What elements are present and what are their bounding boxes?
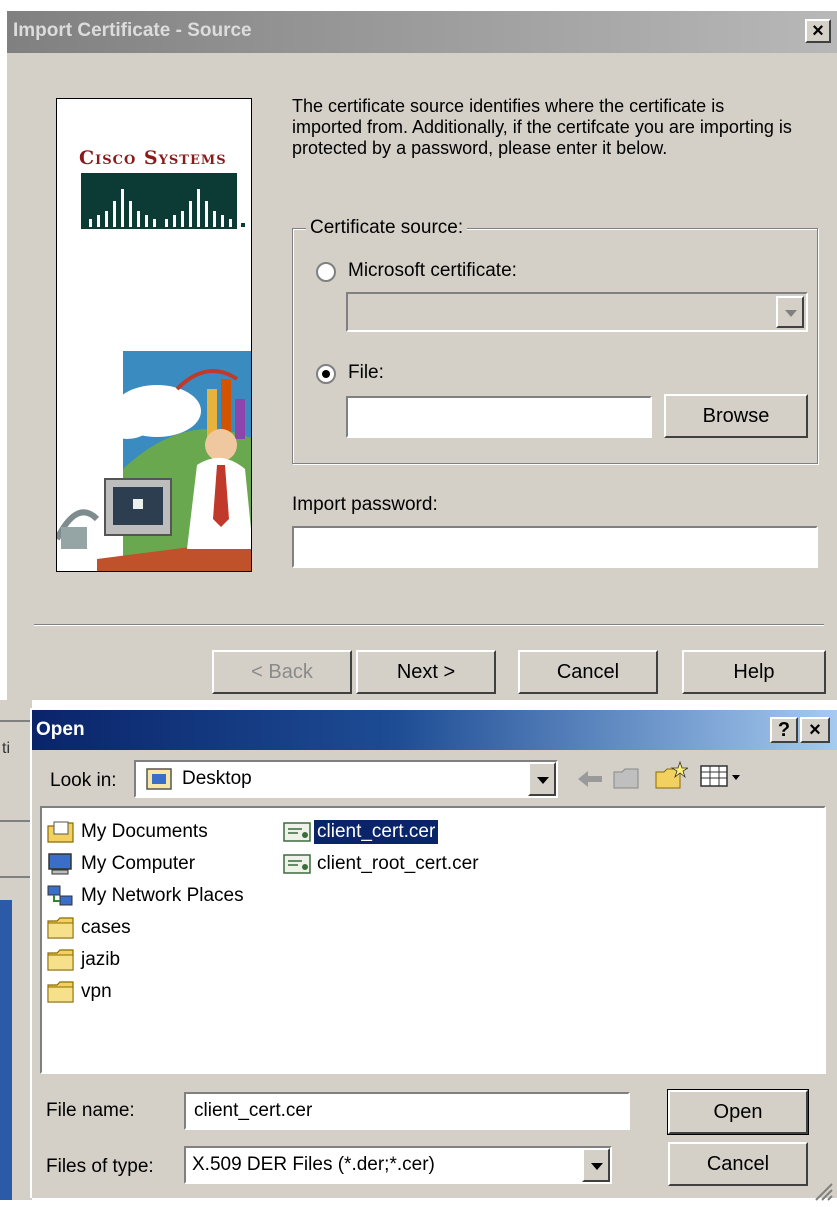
file-radio[interactable] bbox=[316, 364, 336, 384]
files-of-type-select[interactable]: X.509 DER Files (*.der;*.cer) bbox=[184, 1146, 612, 1184]
my-documents-icon bbox=[47, 821, 74, 843]
close-button[interactable]: × bbox=[805, 19, 831, 43]
microsoft-certificate-radio[interactable] bbox=[316, 262, 336, 282]
help-button[interactable]: Help bbox=[682, 650, 826, 694]
close-icon: × bbox=[812, 19, 824, 42]
files-of-type-dropdown-button[interactable] bbox=[582, 1148, 610, 1182]
dialog-title: Import Certificate - Source bbox=[13, 20, 252, 41]
next-button[interactable]: Next > bbox=[356, 650, 496, 694]
browse-button[interactable]: Browse bbox=[664, 394, 808, 438]
left-items-column: My Documents My Computer My Network Places… bbox=[46, 816, 276, 1008]
file-list-item-label: cases bbox=[81, 917, 131, 938]
dropdown-button bbox=[776, 296, 804, 328]
title-bar[interactable]: Import Certificate - Source × bbox=[7, 11, 837, 53]
files-of-type-label: Files of type: bbox=[46, 1156, 154, 1177]
background-divider bbox=[0, 820, 32, 822]
folder-icon bbox=[47, 917, 74, 939]
file-list-item-label: My Network Places bbox=[81, 885, 244, 906]
button-separator bbox=[34, 624, 824, 626]
files-of-type-value: X.509 DER Files (*.der;*.cer) bbox=[192, 1154, 435, 1175]
back-arrow-icon[interactable] bbox=[576, 768, 604, 790]
file-name-label: File name: bbox=[46, 1100, 135, 1121]
help-icon: ? bbox=[777, 718, 791, 741]
new-folder-icon[interactable] bbox=[652, 760, 688, 792]
file-list-item-label: jazib bbox=[81, 949, 121, 970]
look-in-value: Desktop bbox=[182, 768, 252, 789]
folder-icon bbox=[47, 949, 74, 971]
look-in-dropdown-button[interactable] bbox=[528, 762, 556, 796]
resize-grip-icon[interactable] bbox=[812, 1180, 834, 1202]
file-list-item[interactable]: cases bbox=[46, 912, 276, 944]
view-menu-icon[interactable] bbox=[700, 764, 744, 790]
look-in-select[interactable]: Desktop bbox=[134, 760, 558, 798]
microsoft-certificate-select bbox=[346, 292, 808, 332]
open-button[interactable]: Open bbox=[667, 1089, 809, 1135]
computer-user-illustration bbox=[57, 351, 251, 571]
file-list-item[interactable]: My Computer bbox=[46, 848, 276, 880]
open-dialog-title: Open bbox=[36, 719, 85, 740]
file-list[interactable]: My Documents My Computer My Network Places… bbox=[40, 806, 826, 1074]
file-list-item[interactable]: jazib bbox=[46, 944, 276, 976]
cisco-logo-text: Cisco Systems bbox=[79, 147, 227, 169]
open-title-bar[interactable]: Open ? × bbox=[32, 710, 837, 750]
file-path-input[interactable] bbox=[346, 396, 652, 438]
chevron-down-icon bbox=[537, 777, 549, 784]
file-label: File: bbox=[348, 362, 384, 383]
up-folder-icon[interactable] bbox=[612, 764, 642, 792]
file-list-item[interactable]: client_root_cert.cer bbox=[282, 848, 582, 880]
file-list-item-label: My Documents bbox=[81, 821, 208, 842]
background-divider bbox=[0, 876, 32, 878]
look-in-label: Look in: bbox=[50, 770, 117, 791]
import-password-label: Import password: bbox=[292, 494, 438, 515]
file-list-item[interactable]: client_cert.cer bbox=[282, 816, 582, 848]
cancel-button[interactable]: Cancel bbox=[518, 650, 658, 694]
certificate-icon bbox=[283, 822, 311, 842]
background-blue-panel bbox=[0, 900, 12, 1200]
file-list-item-label: vpn bbox=[81, 981, 112, 1002]
chevron-down-icon bbox=[591, 1163, 603, 1170]
wizard-banner: Cisco Systems bbox=[56, 98, 252, 572]
back-button[interactable]: < Back bbox=[212, 650, 352, 694]
background-window-fragment: ti bbox=[0, 700, 32, 1200]
file-list-item[interactable]: My Documents bbox=[46, 816, 276, 848]
folder-icon bbox=[47, 981, 74, 1003]
help-title-button[interactable]: ? bbox=[770, 717, 798, 743]
description-text: The certificate source identifies where … bbox=[292, 96, 792, 158]
file-list-item-label: client_root_cert.cer bbox=[317, 853, 479, 874]
my-computer-icon bbox=[48, 853, 72, 875]
file-list-item-label: client_cert.cer bbox=[312, 819, 440, 845]
cisco-logo: Cisco Systems bbox=[79, 147, 249, 237]
background-divider bbox=[0, 720, 32, 722]
file-list-item[interactable]: My Network Places bbox=[46, 880, 276, 912]
file-name-input[interactable]: client_cert.cer bbox=[184, 1092, 630, 1130]
desktop-icon bbox=[146, 768, 172, 790]
file-items-column: client_cert.cer client_root_cert.cer bbox=[282, 816, 582, 880]
cisco-bridge-logo bbox=[81, 173, 245, 229]
open-cancel-button[interactable]: Cancel bbox=[668, 1142, 808, 1186]
file-list-item[interactable]: vpn bbox=[46, 976, 276, 1008]
close-icon: × bbox=[809, 718, 821, 741]
microsoft-certificate-label: Microsoft certificate: bbox=[348, 260, 517, 281]
import-password-input[interactable] bbox=[292, 526, 818, 568]
file-list-item-label: My Computer bbox=[81, 853, 196, 874]
certificate-icon bbox=[283, 854, 311, 874]
certificate-source-label: Certificate source: bbox=[306, 217, 468, 239]
network-places-icon bbox=[47, 885, 73, 906]
background-text: ti bbox=[2, 740, 10, 757]
chevron-down-icon bbox=[785, 310, 797, 317]
open-close-button[interactable]: × bbox=[800, 717, 830, 743]
